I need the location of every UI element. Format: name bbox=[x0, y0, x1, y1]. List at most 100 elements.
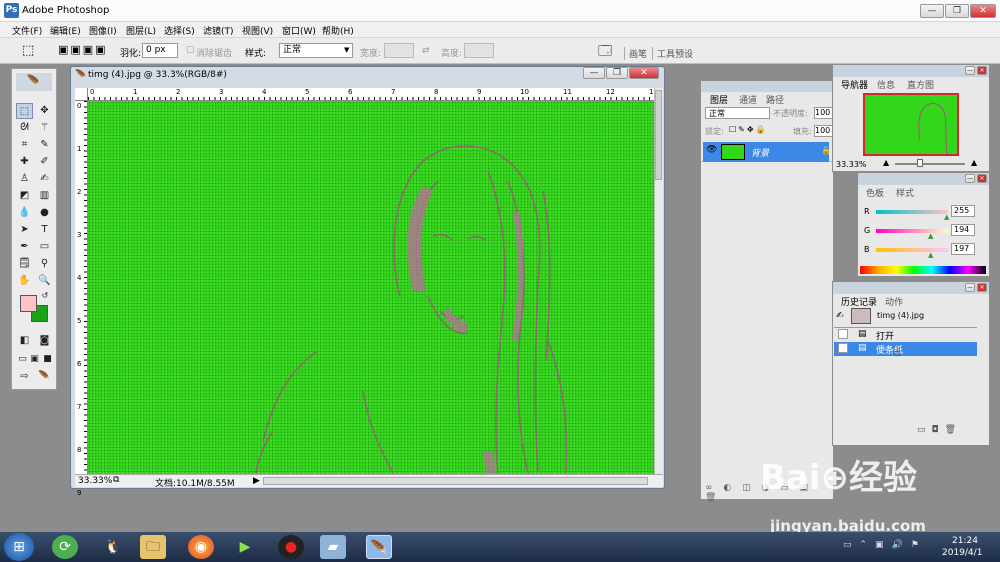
dodge-icon[interactable]: ● bbox=[36, 205, 53, 221]
minimize-button[interactable]: — bbox=[920, 4, 944, 18]
snapshot-name[interactable]: timg (4).jpg bbox=[877, 311, 924, 320]
r-slider-thumb[interactable]: ▲ bbox=[944, 213, 949, 221]
tab-history[interactable]: 历史记录 bbox=[841, 295, 877, 308]
tab-channels[interactable]: 通道 bbox=[739, 93, 757, 106]
blur-icon[interactable]: 💧 bbox=[16, 205, 33, 221]
photoshop-taskbar-icon[interactable]: 🪶 bbox=[366, 535, 392, 559]
tab-info[interactable]: 信息 bbox=[877, 78, 895, 91]
tab-layers[interactable]: 图层 bbox=[710, 93, 728, 106]
dock-tab-brushes[interactable]: 画笔 bbox=[624, 47, 647, 60]
history-close-button[interactable]: ✕ bbox=[977, 283, 987, 292]
horizontal-scrollbar[interactable] bbox=[263, 477, 648, 485]
history-source-checkbox[interactable] bbox=[838, 329, 848, 339]
quick-mask-icon[interactable]: ◙ bbox=[36, 333, 53, 349]
tray-icons[interactable]: ▭⌃▣🔊⚑ bbox=[843, 540, 927, 550]
tab-navigator[interactable]: 导航器 bbox=[841, 78, 868, 91]
feather-logo-icon[interactable]: 🪶 bbox=[16, 73, 52, 91]
imageready-icon[interactable]: 🪶 bbox=[36, 369, 53, 385]
firefox-icon[interactable]: ◉ bbox=[188, 535, 214, 559]
height-input[interactable] bbox=[464, 43, 494, 58]
slice-icon[interactable]: ✎ bbox=[36, 137, 53, 153]
clone-stamp-icon[interactable]: ♙ bbox=[16, 171, 33, 187]
menu-help[interactable]: 帮助(H) bbox=[322, 24, 354, 37]
lasso-icon[interactable]: ᘛ bbox=[16, 120, 33, 136]
g-slider-thumb[interactable]: ▲ bbox=[928, 232, 933, 240]
eyedropper-icon[interactable]: ⚲ bbox=[36, 256, 53, 272]
fill-input[interactable]: 100 bbox=[814, 125, 834, 137]
record-icon[interactable]: ● bbox=[278, 535, 304, 559]
close-button[interactable]: ✕ bbox=[970, 4, 996, 18]
move-icon[interactable]: ✥ bbox=[36, 103, 53, 119]
zoom-slider-thumb[interactable] bbox=[917, 159, 923, 167]
media-player-icon[interactable]: ▶ bbox=[232, 535, 258, 559]
r-value[interactable]: 255 bbox=[951, 205, 975, 217]
magic-wand-icon[interactable]: ⚚ bbox=[36, 120, 53, 136]
navigator-preview[interactable] bbox=[863, 93, 959, 156]
history-brush-source-icon[interactable]: ✍ bbox=[836, 311, 844, 321]
doc-restore-button[interactable]: ❐ bbox=[606, 67, 628, 79]
opacity-input[interactable]: 100 bbox=[814, 107, 834, 119]
clock-time[interactable]: 21:24 bbox=[952, 536, 978, 546]
standard-mode-icon[interactable]: ◧ bbox=[16, 333, 33, 349]
history-step-open[interactable]: ▤ 打开 bbox=[834, 327, 977, 342]
app-360-icon[interactable]: ⟳ bbox=[52, 535, 78, 559]
zoom-icon[interactable]: 🔍 bbox=[36, 273, 53, 289]
menu-view[interactable]: 视图(V) bbox=[242, 24, 273, 37]
nav-minimize-button[interactable]: — bbox=[965, 66, 975, 75]
layers-panel-titlebar[interactable] bbox=[701, 81, 833, 92]
lock-icons[interactable]: ☐✎✥🔒 bbox=[729, 125, 768, 134]
shape-icon[interactable]: ▭ bbox=[36, 239, 53, 255]
healing-brush-icon[interactable]: ✚ bbox=[16, 154, 33, 170]
history-step-note-paper[interactable]: ▤ 便条纸 ☝ bbox=[834, 342, 977, 359]
jump-to-imageready-icon[interactable]: ⇨ bbox=[16, 369, 33, 385]
layer-row-background[interactable]: 👁 背景 🔒 bbox=[703, 142, 831, 162]
app-window-icon[interactable]: ▰ bbox=[320, 535, 346, 559]
pen-icon[interactable]: ✒ bbox=[16, 239, 33, 255]
doc-minimize-button[interactable]: — bbox=[583, 67, 605, 79]
tab-swatches[interactable]: 色板 bbox=[866, 186, 884, 199]
tab-histogram[interactable]: 直方图 bbox=[907, 78, 934, 91]
scrollbar-thumb[interactable] bbox=[655, 90, 662, 180]
nav-close-button[interactable]: ✕ bbox=[977, 66, 987, 75]
zoom-out-icon[interactable]: ▲ bbox=[883, 158, 889, 167]
r-slider[interactable] bbox=[876, 210, 948, 214]
history-brush-icon[interactable]: ✍ bbox=[36, 171, 53, 187]
dock-tab-tool-presets[interactable]: 工具预设 bbox=[652, 47, 693, 60]
history-minimize-button[interactable]: — bbox=[965, 283, 975, 292]
tab-styles[interactable]: 样式 bbox=[896, 186, 914, 199]
notes-icon[interactable]: 🗒 bbox=[16, 256, 33, 272]
doc-close-button[interactable]: ✕ bbox=[629, 67, 659, 79]
rect-marquee-icon[interactable]: ⬚ bbox=[16, 103, 33, 119]
foreground-color-swatch[interactable] bbox=[20, 295, 37, 312]
blend-mode-select[interactable]: 正常 bbox=[705, 107, 770, 119]
b-value[interactable]: 197 bbox=[951, 243, 975, 255]
color-ramp[interactable] bbox=[860, 266, 986, 274]
g-slider[interactable] bbox=[876, 229, 948, 233]
menu-layer[interactable]: 图层(L) bbox=[126, 24, 156, 37]
history-source-checkbox[interactable] bbox=[838, 343, 848, 353]
file-browser-icon[interactable]: 🗔 bbox=[598, 42, 612, 64]
style-select[interactable]: 正常 bbox=[279, 43, 353, 58]
restore-button[interactable]: ❐ bbox=[945, 4, 969, 18]
antialias-checkbox[interactable]: ☐ bbox=[186, 46, 194, 56]
menu-image[interactable]: 图像(I) bbox=[89, 24, 117, 37]
status-arrow-icon[interactable]: ▶ bbox=[253, 476, 260, 486]
width-input[interactable] bbox=[384, 43, 414, 58]
eye-icon[interactable]: 👁 bbox=[706, 145, 717, 155]
marquee-tool-icon[interactable]: ⬚ bbox=[22, 43, 34, 58]
tab-paths[interactable]: 路径 bbox=[766, 93, 784, 106]
file-explorer-icon[interactable]: 🗀 bbox=[140, 535, 166, 559]
ruler-origin[interactable] bbox=[75, 88, 88, 101]
eraser-icon[interactable]: ◩ bbox=[16, 188, 33, 204]
zoom-in-icon[interactable]: ▲ bbox=[971, 158, 977, 167]
clock-date[interactable]: 2019/4/1 bbox=[942, 548, 982, 558]
zoom-slider-track[interactable] bbox=[895, 163, 965, 165]
zoom-readout[interactable]: 33.33% bbox=[78, 476, 112, 486]
brush-icon[interactable]: ✐ bbox=[36, 154, 53, 170]
feather-input[interactable]: 0 px bbox=[142, 43, 178, 58]
crop-icon[interactable]: ⌗ bbox=[16, 137, 33, 153]
qq-icon[interactable]: 🐧 bbox=[100, 535, 126, 559]
tab-actions[interactable]: 动作 bbox=[885, 295, 903, 308]
screen-mode-full-icon[interactable]: ■ bbox=[39, 351, 56, 367]
start-button-icon[interactable]: ⊞ bbox=[4, 533, 34, 561]
